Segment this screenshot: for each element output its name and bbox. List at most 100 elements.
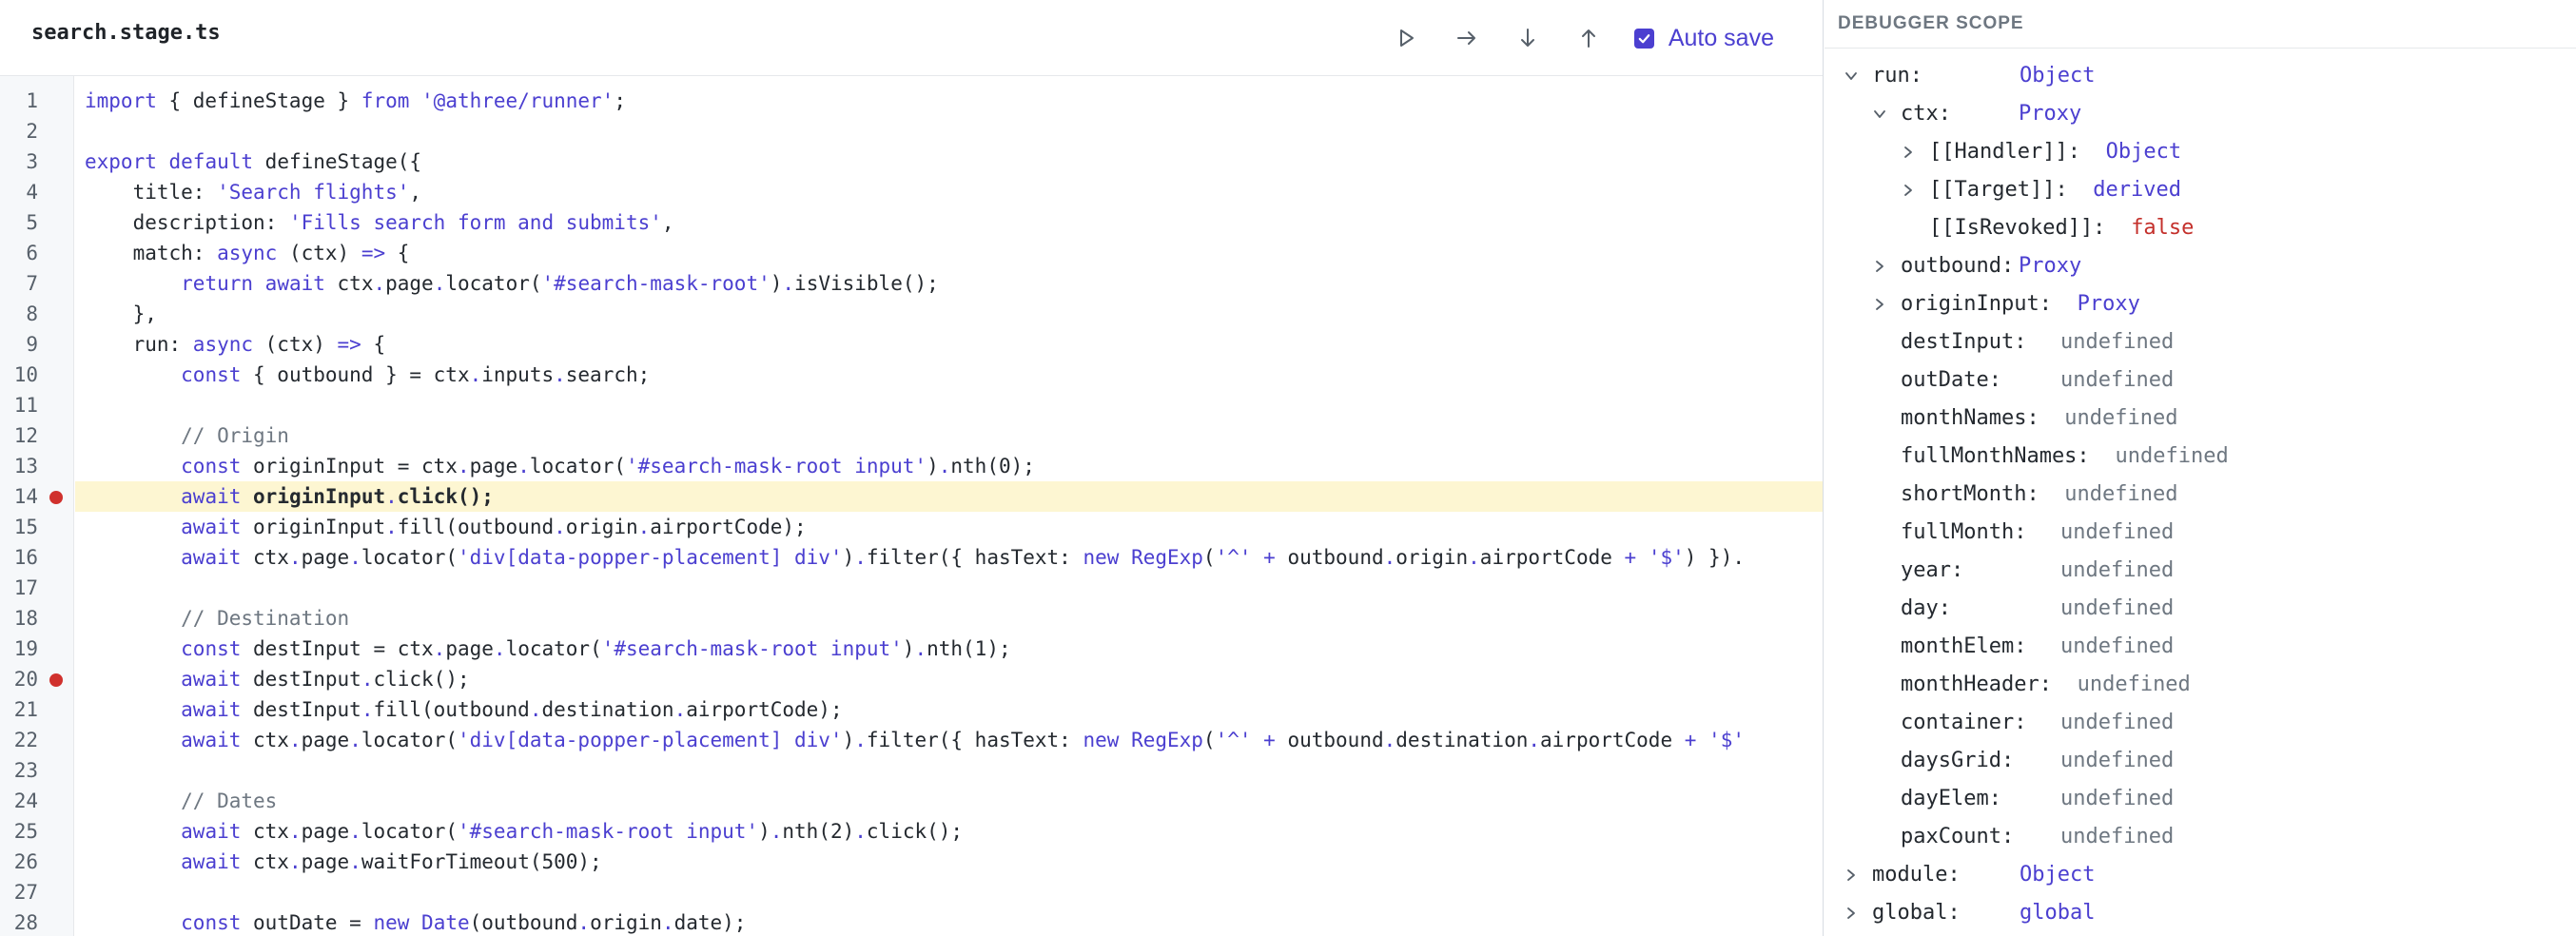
line-number[interactable]: 20 bbox=[0, 664, 38, 694]
line-number[interactable]: 3 bbox=[0, 146, 38, 177]
line-number[interactable]: 19 bbox=[0, 634, 38, 664]
code-token: . bbox=[288, 729, 302, 751]
line-number[interactable]: 14 bbox=[0, 481, 38, 512]
line-number[interactable]: 8 bbox=[0, 299, 38, 329]
line-number[interactable]: 25 bbox=[0, 816, 38, 847]
code-line[interactable]: 19 const destInput = ctx.page.locator('#… bbox=[0, 634, 1823, 664]
line-number[interactable]: 22 bbox=[0, 725, 38, 755]
line-number[interactable]: 24 bbox=[0, 786, 38, 816]
code-line[interactable]: 9 run: async (ctx) => { bbox=[0, 329, 1823, 360]
scope-item[interactable]: run: Object bbox=[1825, 57, 2576, 95]
line-number[interactable]: 13 bbox=[0, 451, 38, 481]
code-token: . bbox=[349, 850, 361, 873]
chevron-down-icon[interactable] bbox=[1872, 107, 1887, 122]
line-number[interactable]: 27 bbox=[0, 877, 38, 907]
autosave-toggle[interactable]: Auto save bbox=[1633, 25, 1774, 52]
code-line[interactable]: 20 await destInput.click(); bbox=[0, 664, 1823, 694]
code-line[interactable]: 4 title: 'Search flights', bbox=[0, 177, 1823, 207]
run-button[interactable] bbox=[1376, 8, 1436, 68]
code-line[interactable]: 5 description: 'Fills search form and su… bbox=[0, 207, 1823, 238]
line-number[interactable]: 15 bbox=[0, 512, 38, 542]
scope-item[interactable]: ctx: Proxy bbox=[1825, 95, 2576, 133]
chevron-right-icon[interactable] bbox=[1844, 906, 1859, 921]
code-line[interactable]: 27 bbox=[0, 877, 1823, 907]
line-number[interactable]: 18 bbox=[0, 603, 38, 634]
code-token: await bbox=[181, 516, 242, 538]
code-line[interactable]: 6 match: async (ctx) => { bbox=[0, 238, 1823, 268]
line-number[interactable]: 1 bbox=[0, 86, 38, 116]
step-over-button[interactable] bbox=[1436, 8, 1497, 68]
step-into-button[interactable] bbox=[1497, 8, 1558, 68]
code-line[interactable]: 2 bbox=[0, 116, 1823, 146]
code-line[interactable]: 22 await ctx.page.locator('div[data-popp… bbox=[0, 725, 1823, 755]
scope-item[interactable]: [[Target]]: derived bbox=[1825, 171, 2576, 209]
autosave-checkbox[interactable] bbox=[1633, 28, 1654, 49]
chevron-right-icon[interactable] bbox=[1872, 297, 1887, 312]
code-line[interactable]: 21 await destInput.fill(outbound.destina… bbox=[0, 694, 1823, 725]
line-number[interactable]: 5 bbox=[0, 207, 38, 238]
line-number[interactable]: 4 bbox=[0, 177, 38, 207]
code-token: '#search-mask-root input' bbox=[601, 637, 903, 660]
code-token: from bbox=[361, 89, 410, 112]
line-number[interactable]: 7 bbox=[0, 268, 38, 299]
chevron-right-icon[interactable] bbox=[1901, 183, 1916, 198]
scope-item[interactable]: global: global bbox=[1825, 894, 2576, 932]
line-number[interactable]: 21 bbox=[0, 694, 38, 725]
scope-value: undefined bbox=[2077, 673, 2191, 696]
code-token: await bbox=[181, 546, 242, 569]
code-line[interactable]: 13 const originInput = ctx.page.locator(… bbox=[0, 451, 1823, 481]
line-number[interactable]: 16 bbox=[0, 542, 38, 573]
code-line[interactable]: 1 import { defineStage } from '@athree/ru… bbox=[0, 86, 1823, 116]
line-number[interactable]: 23 bbox=[0, 755, 38, 786]
chevron-down-icon[interactable] bbox=[1844, 68, 1859, 84]
code-token: await bbox=[264, 272, 325, 295]
code-line[interactable]: 26 await ctx.page.waitForTimeout(500); bbox=[0, 847, 1823, 877]
scope-item[interactable]: [[Handler]]: Object bbox=[1825, 133, 2576, 171]
code-token: originInput = ctx bbox=[241, 455, 458, 478]
code-line[interactable]: 24 // Dates bbox=[0, 786, 1823, 816]
line-number[interactable]: 2 bbox=[0, 116, 38, 146]
code-line[interactable]: 14 await originInput.click(); bbox=[0, 481, 1823, 512]
code-line[interactable]: 11 bbox=[0, 390, 1823, 420]
scope-item[interactable]: outbound: Proxy bbox=[1825, 247, 2576, 285]
code-token: const bbox=[181, 455, 242, 478]
code-area[interactable]: 1 import { defineStage } from '@athree/ru… bbox=[0, 76, 1823, 936]
code-token: '$' bbox=[1708, 729, 1745, 751]
code-line[interactable]: 7 return await ctx.page.locator('#search… bbox=[0, 268, 1823, 299]
code-line[interactable]: 10 const { outbound } = ctx.inputs.searc… bbox=[0, 360, 1823, 390]
line-number[interactable]: 28 bbox=[0, 907, 38, 936]
code-line[interactable]: 17 bbox=[0, 573, 1823, 603]
breakpoint-icon[interactable] bbox=[49, 491, 63, 504]
line-number[interactable]: 10 bbox=[0, 360, 38, 390]
chevron-right-icon[interactable] bbox=[1844, 868, 1859, 883]
line-number[interactable]: 6 bbox=[0, 238, 38, 268]
chevron-right-icon[interactable] bbox=[1872, 259, 1887, 274]
code-token: ( bbox=[1202, 546, 1216, 569]
code-line[interactable]: 25 await ctx.page.locator('#search-mask-… bbox=[0, 816, 1823, 847]
line-number[interactable]: 26 bbox=[0, 847, 38, 877]
code-line[interactable]: 23 bbox=[0, 755, 1823, 786]
scope-item[interactable]: module: Object bbox=[1825, 856, 2576, 894]
line-number[interactable]: 9 bbox=[0, 329, 38, 360]
line-number[interactable]: 17 bbox=[0, 573, 38, 603]
line-number[interactable]: 11 bbox=[0, 390, 38, 420]
line-code: await ctx.page.locator('div[data-popper-… bbox=[75, 725, 1823, 755]
code-line[interactable]: 15 await originInput.fill(outbound.origi… bbox=[0, 512, 1823, 542]
scope-item[interactable]: originInput: Proxy bbox=[1825, 285, 2576, 323]
code-line[interactable]: 8 }, bbox=[0, 299, 1823, 329]
breakpoint-icon[interactable] bbox=[49, 673, 63, 687]
code-token: + bbox=[1263, 546, 1276, 569]
code-line[interactable]: 16 await ctx.page.locator('div[data-popp… bbox=[0, 542, 1823, 573]
code-token: search; bbox=[565, 363, 651, 386]
code-line[interactable]: 18 // Destination bbox=[0, 603, 1823, 634]
line-number[interactable]: 12 bbox=[0, 420, 38, 451]
code-line[interactable]: 12 // Origin bbox=[0, 420, 1823, 451]
code-line[interactable]: 28 const outDate = new Date(outbound.ori… bbox=[0, 907, 1823, 936]
step-out-button[interactable] bbox=[1558, 8, 1619, 68]
code-line[interactable]: 3 export default defineStage({ bbox=[0, 146, 1823, 177]
file-tab[interactable]: search.stage.ts bbox=[31, 21, 221, 45]
chevron-right-icon[interactable] bbox=[1901, 145, 1916, 160]
